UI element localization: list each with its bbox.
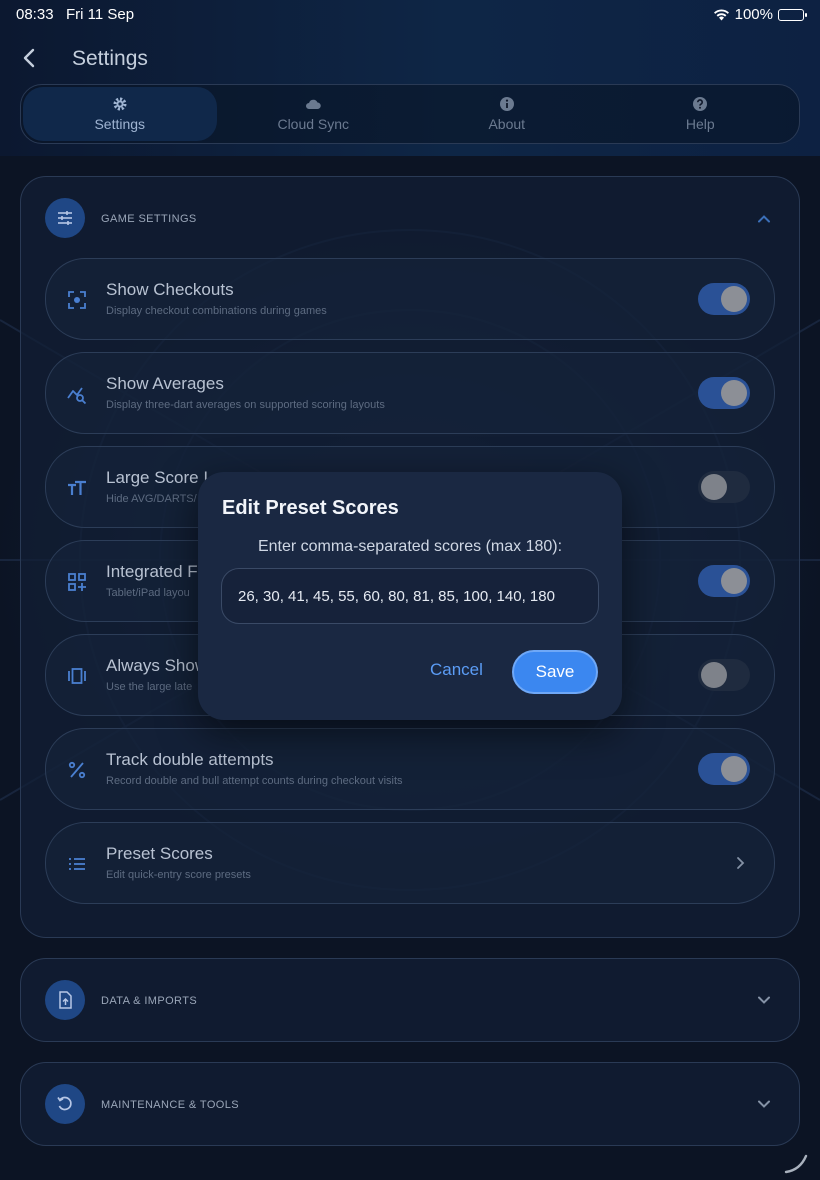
setting-label: Show Checkouts (106, 280, 234, 299)
status-time: 08:33 (16, 6, 54, 23)
setting-label: Always Show (106, 656, 208, 675)
percent-icon (68, 761, 86, 779)
data-imports-card[interactable]: DATA & IMPORTS (20, 958, 800, 1042)
track-double-toggle[interactable] (698, 753, 750, 785)
show-averages-toggle[interactable] (698, 377, 750, 409)
integrated-toggle[interactable] (698, 565, 750, 597)
tab-about[interactable]: About (410, 87, 604, 141)
setting-label: Show Averages (106, 374, 224, 393)
tab-label: Settings (94, 116, 146, 132)
section-title: DATA & IMPORTS (101, 995, 198, 1007)
gear-icon (113, 97, 127, 111)
chart-search-icon (67, 387, 87, 405)
carousel-icon (68, 668, 86, 684)
status-bar: 08:33 Fri 11 Sep 100% (16, 6, 807, 26)
tab-cloud-sync[interactable]: Cloud Sync (217, 87, 411, 141)
show-checkouts-toggle[interactable] (698, 283, 750, 315)
setting-description: Hide AVG/DARTS/ (106, 493, 197, 505)
text-size-icon (68, 480, 86, 495)
setting-label: Track double attempts (106, 750, 274, 769)
dialog-message: Enter comma-separated scores (max 180): (257, 538, 563, 555)
restore-icon (45, 1084, 85, 1124)
tab-settings[interactable]: Settings (23, 87, 217, 141)
large-score-toggle[interactable] (698, 471, 750, 503)
status-date: Fri 11 Sep (66, 6, 135, 23)
save-button[interactable]: Save (512, 650, 598, 694)
setting-description: Edit quick-entry score presets (106, 869, 251, 881)
resize-handle-icon (784, 1154, 808, 1174)
chevron-up-icon[interactable] (757, 212, 771, 226)
wifi-icon (713, 9, 729, 21)
sliders-icon (45, 198, 85, 238)
preset-scores-input[interactable] (221, 568, 599, 624)
dialog-title: Edit Preset Scores (222, 497, 399, 519)
edit-preset-scores-dialog: Edit Preset Scores Enter comma-separated… (198, 472, 622, 720)
tab-label: About (488, 116, 526, 132)
tab-help[interactable]: Help (604, 87, 798, 141)
chevron-down-icon[interactable] (757, 993, 771, 1007)
cloud-icon (306, 99, 321, 109)
always-show-toggle[interactable] (698, 659, 750, 691)
maintenance-tools-card[interactable]: MAINTENANCE & TOOLS (20, 1062, 800, 1146)
grid-add-icon (68, 573, 86, 591)
cancel-button[interactable]: Cancel (430, 660, 483, 680)
help-icon (693, 97, 708, 111)
section-title[interactable]: GAME SETTINGS (101, 213, 197, 225)
setting-description: Tablet/iPad layou (106, 587, 190, 599)
page-title: Settings (72, 47, 148, 70)
list-icon (69, 858, 85, 870)
top-bar: 08:33 Fri 11 Sep 100% Settings Settings (0, 0, 820, 156)
target-icon (68, 291, 86, 309)
file-upload-icon (45, 980, 85, 1020)
back-arrow-icon[interactable] (20, 46, 40, 70)
section-title: MAINTENANCE & TOOLS (101, 1099, 239, 1111)
setting-row-show-averages[interactable]: Show Averages Display three-dart average… (45, 352, 775, 434)
chevron-right-icon (737, 857, 745, 869)
setting-description: Display checkout combinations during gam… (106, 305, 327, 317)
chevron-down-icon[interactable] (757, 1097, 771, 1111)
tab-label: Help (685, 116, 715, 132)
battery-icon (778, 8, 807, 21)
setting-label: Preset Scores (106, 844, 213, 863)
battery-percent: 100% (734, 6, 773, 23)
setting-description: Use the large late (106, 681, 193, 693)
setting-description: Display three-dart averages on supported… (106, 399, 385, 411)
setting-label: Large Score I (106, 468, 209, 487)
setting-row-track-double[interactable]: Track double attempts Record double and … (45, 728, 775, 810)
setting-row-show-checkouts[interactable]: Show Checkouts Display checkout combinat… (45, 258, 775, 340)
info-icon (499, 97, 514, 111)
tab-label: Cloud Sync (277, 116, 350, 132)
setting-label: Integrated F (106, 562, 198, 581)
setting-description: Record double and bull attempt counts du… (106, 775, 403, 787)
setting-row-preset-scores[interactable]: Preset Scores Edit quick-entry score pre… (45, 822, 775, 904)
tab-bar: Settings Cloud Sync About Help (20, 84, 800, 144)
